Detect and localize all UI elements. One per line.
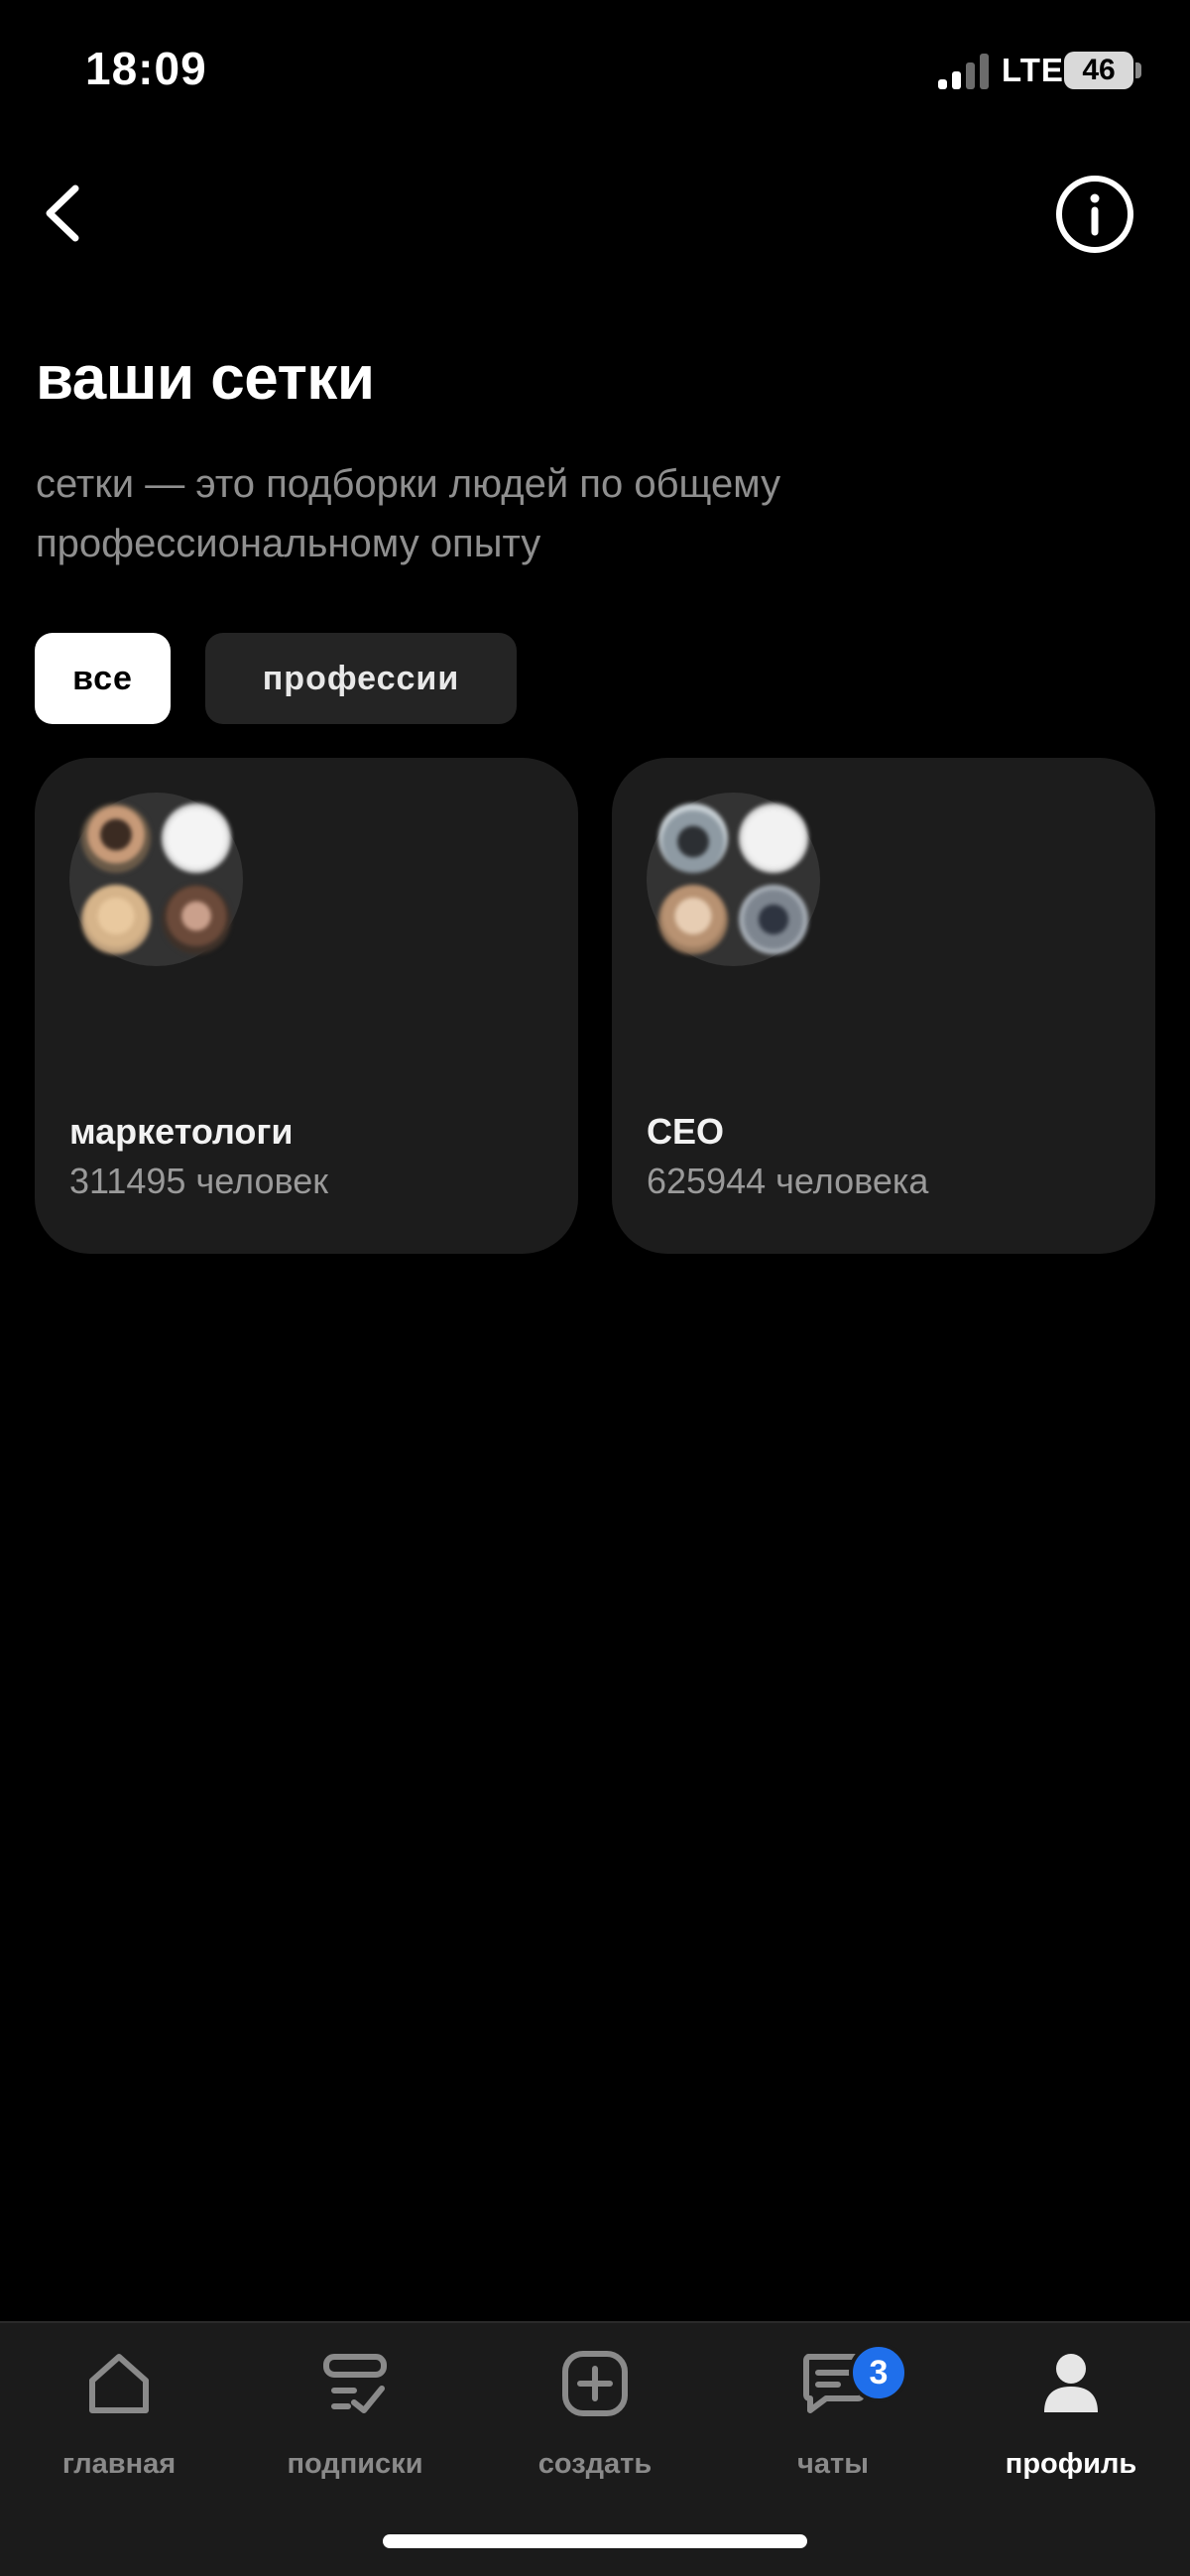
network-type: LTE [1002, 52, 1064, 88]
tab-chats[interactable]: 3 чаты [734, 2343, 932, 2486]
avatar [658, 885, 728, 954]
avatar [162, 803, 231, 873]
tab-create[interactable]: создать [496, 2347, 694, 2486]
tab-subscriptions[interactable]: подписки [256, 2347, 454, 2486]
avatar [739, 803, 808, 873]
card-member-count: 625944 человека [647, 1161, 929, 1201]
signal-strength-icon [938, 52, 990, 89]
battery-tip [1135, 62, 1141, 78]
network-card-marketers[interactable]: маркетологи 311495 человек [35, 758, 578, 1254]
avatar-cluster [69, 793, 243, 966]
tab-label: подписки [287, 2448, 423, 2480]
avatar [658, 803, 728, 873]
info-button[interactable] [1053, 173, 1136, 256]
subscriptions-icon [323, 2354, 387, 2413]
network-card-ceo[interactable]: CEO 625944 человека [612, 758, 1155, 1254]
tab-label: создать [537, 2448, 653, 2480]
tab-label: главная [61, 2448, 177, 2480]
filter-chip-all[interactable]: все [35, 633, 171, 724]
home-indicator[interactable] [383, 2534, 807, 2548]
chevron-left-icon [46, 184, 79, 242]
page-subtitle: сетки — это подборки людей по общему про… [36, 462, 781, 565]
unread-badge: 3 [849, 2343, 908, 2402]
info-icon [1056, 176, 1133, 253]
card-title: CEO [647, 1111, 725, 1152]
avatar [81, 803, 151, 873]
home-icon [89, 2354, 149, 2413]
avatar-cluster [647, 793, 820, 966]
avatar [162, 885, 231, 954]
profile-icon [1044, 2354, 1098, 2412]
avatar [739, 885, 808, 954]
status-time: 18:09 [85, 43, 207, 94]
battery-icon: 46 [1064, 52, 1133, 89]
avatar [81, 885, 151, 954]
page-title: ваши сетки [36, 344, 375, 413]
create-plus-icon [562, 2351, 628, 2416]
tab-label: чаты [797, 2448, 869, 2480]
tab-profile[interactable]: профиль [972, 2347, 1170, 2486]
card-member-count: 311495 человек [69, 1161, 328, 1201]
tab-label: профиль [1005, 2448, 1137, 2480]
back-button[interactable] [36, 175, 95, 252]
screen: 18:09 LTE 46 ваши сетки сетки — это подб… [0, 0, 1190, 2576]
card-title: маркетологи [69, 1111, 294, 1152]
tab-home[interactable]: главная [20, 2347, 218, 2486]
filter-chip-professions[interactable]: профессии [205, 633, 517, 724]
status-bar: 18:09 LTE 46 [0, 0, 1190, 139]
